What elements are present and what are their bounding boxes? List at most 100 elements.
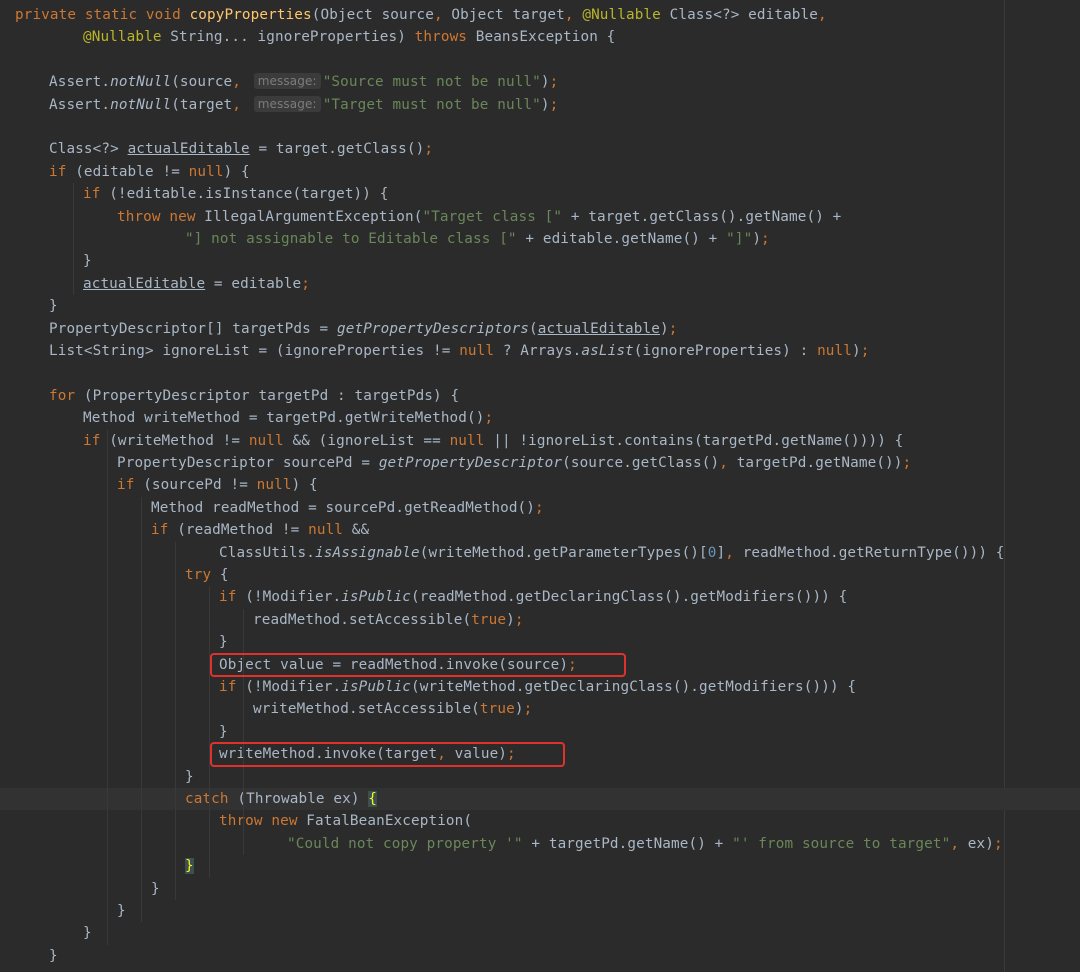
- code-token: readMethod.getReturnType())) {: [742, 544, 1005, 561]
- code-token: ;: [484, 410, 494, 427]
- code-text: }: [185, 855, 194, 877]
- code-text: ClassUtils.isAssignable(writeMethod.getP…: [219, 542, 1005, 564]
- code-line-31[interactable]: if (!Modifier.isPublic(writeMethod.getDe…: [0, 676, 1080, 698]
- code-text: Assert.notNull(target, message: "Target m…: [49, 94, 558, 116]
- code-token: ,: [725, 544, 743, 561]
- code-line-33[interactable]: }: [0, 721, 1080, 743]
- code-line-26[interactable]: try {: [0, 564, 1080, 586]
- code-line-17[interactable]: [0, 362, 1080, 384]
- code-line-36[interactable]: catch (Throwable ex) {: [0, 788, 1080, 811]
- code-token: null: [256, 477, 292, 494]
- code-token: }: [117, 903, 126, 919]
- code-line-43[interactable]: }: [0, 945, 1080, 967]
- code-line-12[interactable]: }: [0, 250, 1080, 272]
- code-line-4[interactable]: Assert.notNull(source, message: "Source m…: [0, 71, 1080, 93]
- code-token: if: [117, 477, 144, 494]
- code-token: ;: [902, 455, 912, 471]
- code-line-7[interactable]: Class<?> actualEditable = target.getClas…: [0, 138, 1080, 160]
- code-line-20[interactable]: if (writeMethod != null && (ignoreList =…: [0, 430, 1080, 452]
- parameter-hint: message:: [253, 95, 321, 112]
- code-token: Object target: [451, 7, 565, 23]
- code-line-18[interactable]: for (PropertyDescriptor targetPd : targe…: [0, 385, 1080, 407]
- code-token: ,: [818, 7, 827, 23]
- code-line-21[interactable]: PropertyDescriptor sourcePd = getPropert…: [0, 452, 1080, 474]
- code-line-23[interactable]: Method readMethod = sourcePd.getReadMeth…: [0, 497, 1080, 519]
- code-line-24[interactable]: if (readMethod != null &&: [0, 519, 1080, 541]
- code-text: readMethod.setAccessible(true);: [253, 609, 524, 631]
- code-text: throw new FatalBeanException(: [219, 810, 472, 832]
- code-line-14[interactable]: }: [0, 295, 1080, 317]
- code-token: null: [459, 343, 503, 359]
- code-text: if (readMethod != null &&: [151, 519, 369, 541]
- code-token: ;: [523, 701, 533, 718]
- code-token: ): [506, 611, 515, 628]
- code-text: }: [151, 878, 160, 900]
- code-token: = target.getClass(): [249, 141, 425, 158]
- code-line-38[interactable]: "Could not copy property '" + targetPd.g…: [0, 833, 1080, 855]
- code-line-10[interactable]: throw new IllegalArgumentException("Targ…: [0, 206, 1080, 228]
- code-token: Class<?>: [49, 141, 128, 158]
- code-token: "Source must not be null": [322, 74, 541, 91]
- code-token: actualEditable: [127, 141, 250, 158]
- code-token: (writeMethod.getDeclaringClass().getModi…: [411, 679, 857, 695]
- code-line-9[interactable]: if (!editable.isInstance(target)) {: [0, 183, 1080, 205]
- code-line-1[interactable]: private static void copyProperties(Objec…: [0, 4, 1080, 26]
- code-token: (Object source: [311, 7, 434, 23]
- code-token: FatalBeanException(: [306, 813, 473, 830]
- code-line-29[interactable]: }: [0, 631, 1080, 653]
- code-line-13[interactable]: actualEditable = editable;: [0, 273, 1080, 295]
- code-token: null: [817, 343, 852, 359]
- code-token: if: [151, 522, 178, 539]
- code-line-42[interactable]: }: [0, 922, 1080, 944]
- code-text: try {: [185, 564, 229, 586]
- code-token: notNull: [110, 96, 172, 113]
- code-token: ): [752, 231, 762, 247]
- code-token: }: [219, 634, 228, 651]
- code-editor[interactable]: private static void copyProperties(Objec…: [0, 0, 1080, 972]
- code-line-37[interactable]: throw new FatalBeanException(: [0, 810, 1080, 832]
- code-line-28[interactable]: readMethod.setAccessible(true);: [0, 609, 1080, 631]
- code-text: }: [185, 766, 194, 788]
- code-token: ;: [549, 74, 559, 91]
- code-token: ) {: [223, 163, 250, 180]
- code-token: ): [540, 74, 550, 91]
- code-line-2[interactable]: @Nullable String... ignoreProperties) th…: [0, 26, 1080, 48]
- code-line-3[interactable]: [0, 49, 1080, 71]
- code-token: (readMethod !=: [177, 522, 309, 539]
- code-line-40[interactable]: }: [0, 878, 1080, 900]
- code-text: private static void copyProperties(Objec…: [15, 4, 827, 26]
- code-token: (readMethod.getDeclaringClass().getModif…: [411, 589, 848, 606]
- code-token: if: [83, 432, 110, 449]
- code-line-27[interactable]: if (!Modifier.isPublic(readMethod.getDec…: [0, 586, 1080, 608]
- code-line-15[interactable]: PropertyDescriptor[] targetPds = getProp…: [0, 318, 1080, 340]
- code-line-6[interactable]: [0, 116, 1080, 138]
- code-text: catch (Throwable ex) {: [185, 788, 378, 810]
- code-token: if: [219, 679, 246, 695]
- code-token: "Could not copy property '": [287, 835, 523, 852]
- code-line-32[interactable]: writeMethod.setAccessible(true);: [0, 698, 1080, 720]
- code-line-8[interactable]: if (editable != null) {: [0, 161, 1080, 183]
- code-token: + target.getClass().getName() +: [562, 208, 842, 225]
- code-line-19[interactable]: Method writeMethod = targetPd.getWriteMe…: [0, 407, 1080, 429]
- code-text: }: [219, 721, 228, 743]
- code-line-41[interactable]: }: [0, 900, 1080, 922]
- code-line-16[interactable]: List<String> ignoreList = (ignorePropert…: [0, 340, 1080, 362]
- code-token: ClassUtils.: [219, 544, 316, 561]
- code-token: }: [49, 298, 58, 315]
- indent-guide: [73, 183, 74, 296]
- code-line-11[interactable]: "] not assignable to Editable class [" +…: [0, 228, 1080, 250]
- code-token: targetPd.getName()): [736, 455, 903, 471]
- code-token: (writeMethod.getParameterTypes()[: [419, 544, 708, 561]
- code-line-22[interactable]: if (sourcePd != null) {: [0, 474, 1080, 496]
- code-token: List<String> ignoreList = (ignorePropert…: [49, 343, 460, 359]
- code-token: ,: [433, 7, 452, 23]
- code-line-39[interactable]: }: [0, 855, 1080, 877]
- code-token: || !ignoreList.contains(targetPd.getName…: [493, 432, 904, 449]
- code-token: BeansException {: [475, 29, 616, 46]
- code-line-25[interactable]: ClassUtils.isAssignable(writeMethod.getP…: [0, 542, 1080, 564]
- code-token: Method writeMethod = targetPd.getWriteMe…: [83, 410, 485, 427]
- indent-guide: [209, 586, 210, 878]
- code-text: }: [49, 945, 58, 967]
- code-line-35[interactable]: }: [0, 766, 1080, 788]
- code-line-5[interactable]: Assert.notNull(target, message: "Target m…: [0, 94, 1080, 116]
